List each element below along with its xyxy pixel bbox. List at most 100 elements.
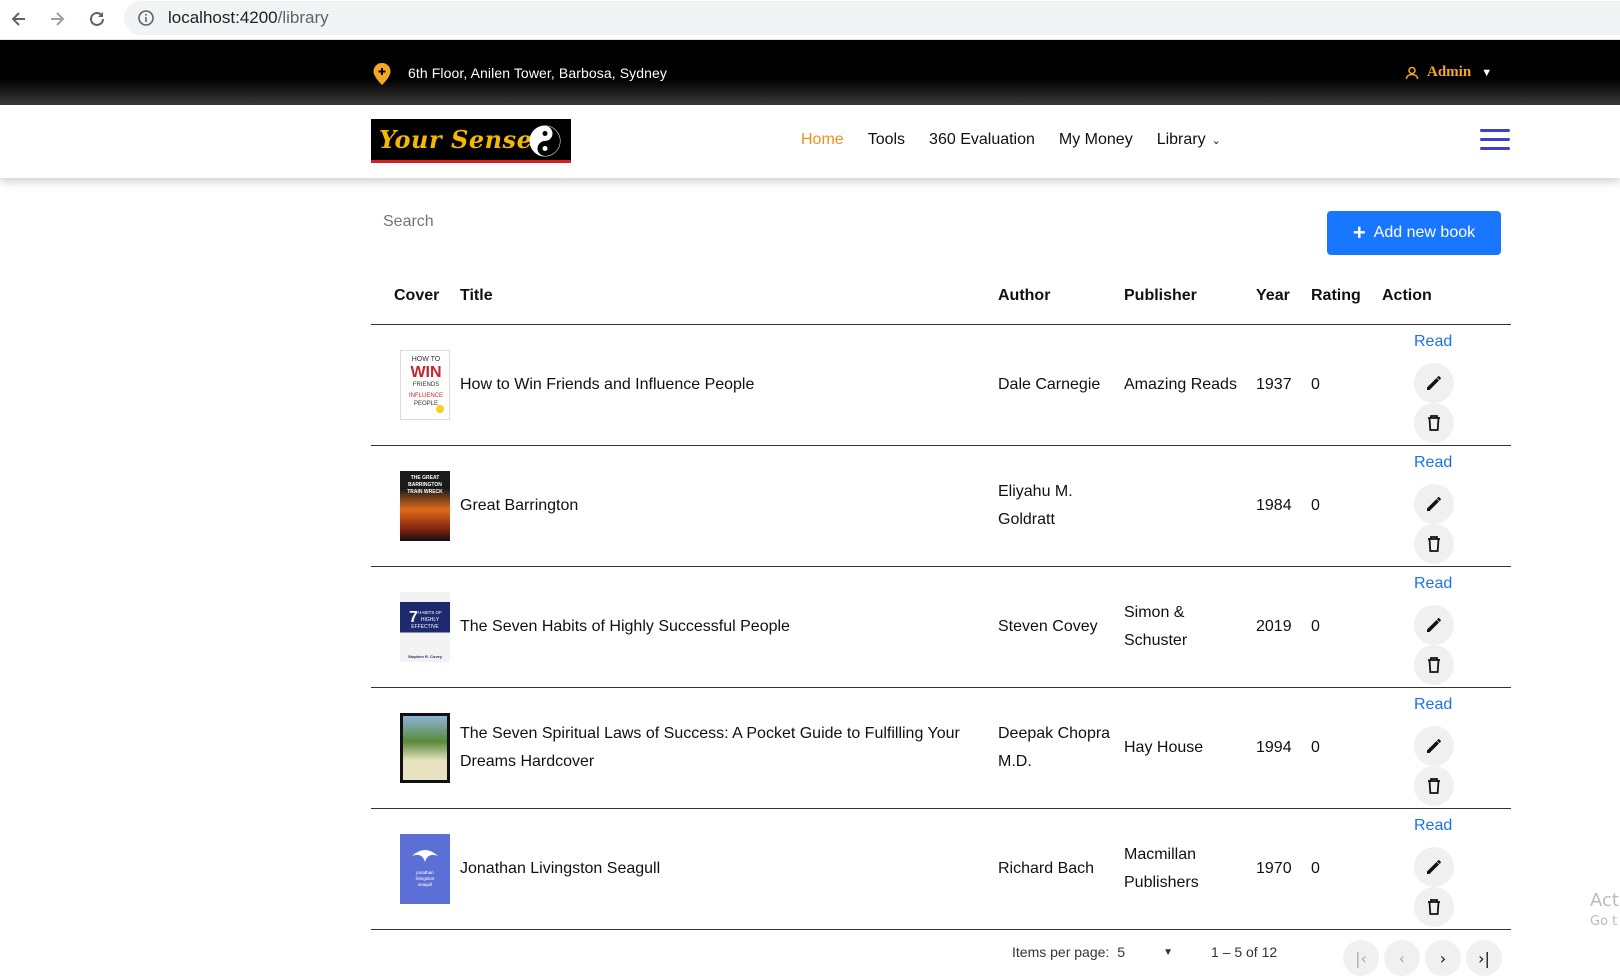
- trash-icon: [1428, 415, 1440, 431]
- delete-button[interactable]: [1414, 766, 1454, 806]
- book-cover: HOW TO WIN FRIENDS INFLUENCE PEOPLE: [400, 350, 450, 420]
- header-publisher: Publisher: [1124, 287, 1197, 304]
- items-per-page-select[interactable]: 5: [1117, 944, 1125, 960]
- menu-item-tools[interactable]: Tools: [868, 131, 905, 149]
- edit-button[interactable]: [1414, 847, 1454, 887]
- svg-text:TRAIN WRECK: TRAIN WRECK: [407, 489, 443, 495]
- book-cover: 7 HABITS OF HIGHLY EFFECTIVE Stephen R. Cove…: [400, 592, 450, 662]
- svg-text:jonathan: jonathan: [415, 870, 434, 875]
- forward-icon[interactable]: [44, 6, 70, 32]
- delete-button[interactable]: [1414, 887, 1454, 927]
- trash-icon: [1428, 778, 1440, 794]
- book-publisher: Macmillan Publishers: [1124, 846, 1199, 891]
- delete-button[interactable]: [1414, 645, 1454, 685]
- main-navbar: Your Sensei Home Tools 360 Evaluation My…: [0, 105, 1620, 178]
- book-rating: 0: [1311, 618, 1320, 635]
- book-rating: 0: [1311, 497, 1320, 514]
- items-per-page-label: Items per page:: [1012, 944, 1110, 960]
- header-year: Year: [1256, 287, 1290, 304]
- logo[interactable]: Your Sensei: [371, 119, 571, 163]
- menu-item-library[interactable]: Library ⌄: [1157, 131, 1221, 149]
- last-page-button[interactable]: ›|: [1466, 940, 1502, 976]
- delete-button[interactable]: [1414, 403, 1454, 443]
- book-author: Deepak Chopra M.D.: [998, 725, 1111, 770]
- site-info-icon[interactable]: [138, 10, 154, 30]
- previous-page-button[interactable]: ‹: [1384, 940, 1420, 976]
- read-link[interactable]: Read: [1414, 817, 1452, 835]
- book-author: Steven Covey: [998, 618, 1098, 635]
- chevron-right-icon: ›: [1439, 948, 1447, 968]
- book-title: How to Win Friends and Influence People: [460, 376, 755, 393]
- menu-item-library-label: Library: [1156, 131, 1206, 148]
- top-info-bar: 6th Floor, Anilen Tower, Barbosa, Sydney…: [0, 40, 1620, 105]
- svg-text:EFFECTIVE: EFFECTIVE: [411, 624, 439, 630]
- chevron-down-icon: ▼: [1481, 66, 1493, 79]
- read-link[interactable]: Read: [1414, 454, 1452, 472]
- read-link[interactable]: Read: [1414, 575, 1452, 593]
- first-page-button[interactable]: |‹: [1343, 940, 1379, 976]
- reload-icon[interactable]: [84, 6, 110, 32]
- user-menu[interactable]: Admin ▼: [1405, 64, 1492, 81]
- plus-icon: +: [1352, 220, 1366, 245]
- books-table: Cover Title Author Publisher Year Rating…: [371, 280, 1511, 930]
- read-link[interactable]: Read: [1414, 333, 1452, 351]
- book-year: 1937: [1256, 376, 1292, 393]
- book-year: 1970: [1256, 860, 1292, 877]
- svg-text:FRIENDS: FRIENDS: [413, 382, 439, 388]
- svg-text:HIGHLY: HIGHLY: [421, 617, 440, 623]
- menu-item-home[interactable]: Home: [801, 131, 844, 149]
- svg-text:HABITS OF: HABITS OF: [418, 610, 442, 615]
- header-action: Action: [1382, 287, 1432, 304]
- header-rating: Rating: [1311, 287, 1361, 304]
- book-publisher: Amazing Reads: [1124, 376, 1237, 393]
- browser-toolbar: localhost:4200/library: [0, 0, 1620, 40]
- first-page-icon: |‹: [1355, 948, 1367, 968]
- edit-button[interactable]: [1414, 484, 1454, 524]
- table-row: HOW TO WIN FRIENDS INFLUENCE PEOPLE How to W…: [371, 325, 1511, 446]
- chevron-down-icon: ⌄: [1211, 135, 1221, 147]
- user-icon: [1405, 66, 1419, 79]
- book-cover: [400, 713, 450, 783]
- url-text: localhost:4200/library: [168, 8, 329, 27]
- edit-button[interactable]: [1414, 363, 1454, 403]
- back-icon[interactable]: [6, 6, 32, 32]
- book-publisher: Hay House: [1124, 739, 1204, 756]
- svg-text:INFLUENCE: INFLUENCE: [409, 393, 443, 399]
- read-link[interactable]: Read: [1414, 696, 1452, 714]
- menu-item-360-evaluation[interactable]: 360 Evaluation: [929, 131, 1035, 149]
- menu-item-my-money[interactable]: My Money: [1059, 131, 1133, 149]
- search-input[interactable]: [383, 213, 883, 231]
- book-title: Great Barrington: [460, 497, 579, 514]
- chevron-left-icon: ‹: [1398, 948, 1406, 968]
- delete-button[interactable]: [1414, 524, 1454, 564]
- main-menu: Home Tools 360 Evaluation My Money Libra…: [801, 131, 1221, 149]
- address-bar[interactable]: localhost:4200/library: [124, 1, 1620, 35]
- book-author: Dale Carnegie: [998, 376, 1101, 393]
- book-publisher: Simon & Schuster: [1124, 604, 1188, 649]
- pencil-icon: [1427, 618, 1441, 632]
- book-year: 2019: [1256, 618, 1292, 635]
- pencil-icon: [1427, 497, 1441, 511]
- chevron-down-icon: ▼: [1163, 946, 1173, 958]
- svg-text:HOW TO: HOW TO: [412, 356, 441, 363]
- windows-watermark-subtitle: Go t: [1590, 914, 1618, 929]
- book-year: 1994: [1256, 739, 1292, 756]
- book-cover: jonathan livingston seagull: [400, 834, 450, 904]
- add-new-book-button[interactable]: + Add new book: [1327, 211, 1501, 255]
- book-cover-art: [403, 716, 447, 780]
- book-rating: 0: [1311, 739, 1320, 756]
- pencil-icon: [1427, 376, 1441, 390]
- book-title: The Seven Spiritual Laws of Success: A P…: [460, 725, 960, 770]
- next-page-button[interactable]: ›: [1425, 940, 1461, 976]
- edit-button[interactable]: [1414, 605, 1454, 645]
- svg-text:THE GREAT: THE GREAT: [411, 475, 440, 481]
- pencil-icon: [1427, 860, 1441, 874]
- book-year: 1984: [1256, 497, 1292, 514]
- paginator: Items per page: 5 ▼ 1 – 5 of 12: [1012, 944, 1277, 960]
- svg-text:Stephen R. Covey: Stephen R. Covey: [408, 654, 443, 659]
- hamburger-menu-icon[interactable]: [1480, 129, 1510, 153]
- trash-icon: [1428, 536, 1440, 552]
- edit-button[interactable]: [1414, 726, 1454, 766]
- book-rating: 0: [1311, 376, 1320, 393]
- pencil-icon: [1427, 739, 1441, 753]
